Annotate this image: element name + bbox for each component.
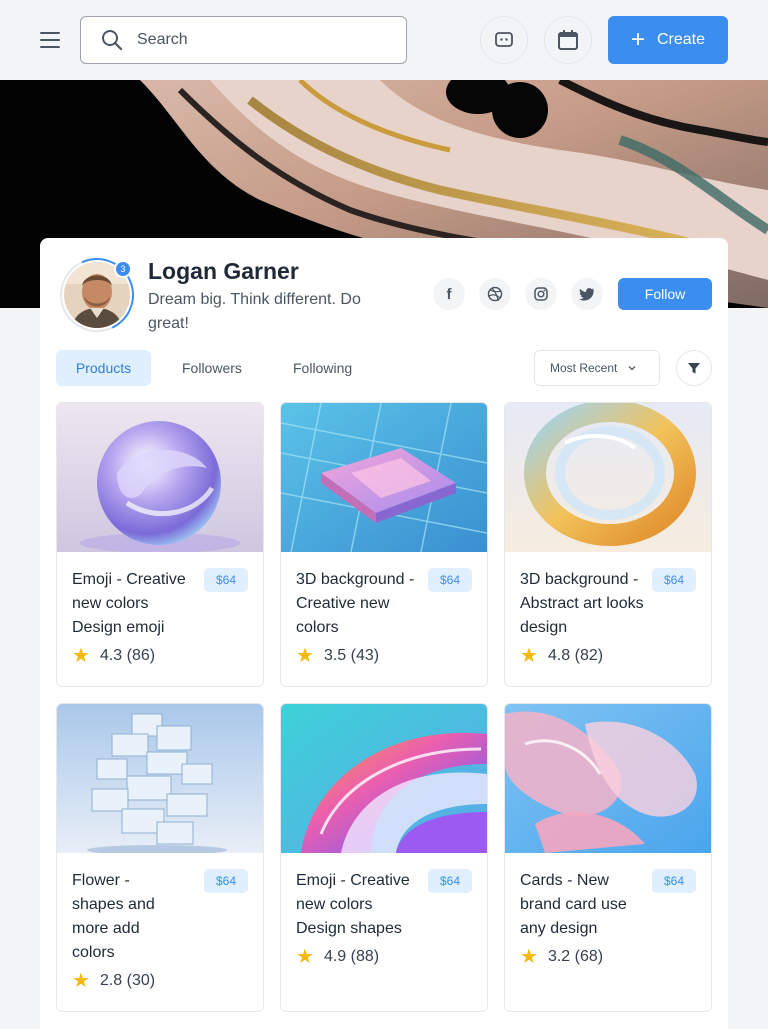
sort-label: Most Recent <box>550 361 618 375</box>
product-image <box>505 704 711 853</box>
follow-button[interactable]: Follow <box>618 278 712 310</box>
product-image <box>505 403 711 552</box>
top-bar: + Create <box>0 0 768 80</box>
product-rating: ★ 2.8 (30) <box>72 971 248 991</box>
product-image <box>281 403 487 552</box>
tab-products[interactable]: Products <box>56 350 151 386</box>
product-card[interactable]: Emoji - Creative new colors Design shape… <box>280 703 488 1012</box>
product-card[interactable]: 3D background - Abstract art looks desig… <box>504 402 712 687</box>
star-icon: ★ <box>72 645 90 667</box>
product-title: Emoji - Creative new colors Design shape… <box>296 872 410 937</box>
rating-value: 2.8 (30) <box>99 972 156 989</box>
product-rating: ★ 3.5 (43) <box>296 646 472 666</box>
twitter-button[interactable] <box>571 278 603 310</box>
rating-value: 3.5 (43) <box>323 647 380 664</box>
product-title: 3D background - Creative new colors <box>296 571 415 636</box>
calendar-icon <box>558 30 578 50</box>
filter-button[interactable] <box>676 350 712 386</box>
rating-value: 4.8 (82) <box>547 647 604 664</box>
chat-icon <box>495 32 513 47</box>
menu-icon[interactable] <box>40 28 64 52</box>
product-image <box>57 403 263 552</box>
profile-bio: Dream big. Think different. Do great! <box>148 291 361 332</box>
search-icon <box>102 30 123 51</box>
search-input[interactable] <box>137 31 377 49</box>
price-badge: $64 <box>427 568 472 592</box>
tab-followers[interactable]: Followers <box>166 350 258 386</box>
product-card[interactable]: 3D background - Creative new colors $64 … <box>280 402 488 687</box>
price-badge: $64 <box>651 568 696 592</box>
profile-name: Logan Garner <box>148 258 299 284</box>
star-icon: ★ <box>296 946 314 968</box>
filter-icon <box>688 363 700 374</box>
dribbble-icon <box>487 286 503 302</box>
dribbble-button[interactable] <box>479 278 511 310</box>
product-title: Flower - shapes and more add colors <box>72 872 155 961</box>
product-card[interactable]: Cards - New brand card use any design $6… <box>504 703 712 1012</box>
create-button[interactable]: + Create <box>608 16 728 64</box>
star-icon: ★ <box>520 645 538 667</box>
rating-value: 4.9 (88) <box>323 948 380 965</box>
sort-dropdown[interactable]: Most Recent <box>534 350 660 386</box>
star-icon: ★ <box>520 946 538 968</box>
price-badge: $64 <box>427 869 472 893</box>
product-image <box>57 704 263 853</box>
product-card[interactable]: Flower - shapes and more add colors $64 … <box>56 703 264 1012</box>
facebook-icon: f <box>446 285 452 303</box>
twitter-icon <box>579 288 595 301</box>
product-rating: ★ 3.2 (68) <box>520 947 696 967</box>
price-badge: $64 <box>203 568 248 592</box>
star-icon: ★ <box>72 970 90 992</box>
rating-value: 4.3 (86) <box>99 647 156 664</box>
product-rating: ★ 4.8 (82) <box>520 646 696 666</box>
instagram-button[interactable] <box>525 278 557 310</box>
price-badge: $64 <box>203 869 248 893</box>
product-rating: ★ 4.9 (88) <box>296 947 472 967</box>
avatar[interactable]: 3 <box>49 247 145 343</box>
profile-card: 3 Logan Garner Dream big. Think differen… <box>40 238 728 1029</box>
product-image <box>281 704 487 853</box>
product-title: 3D background - Abstract art looks desig… <box>520 571 644 636</box>
chevron-down-icon <box>628 366 636 371</box>
price-badge: $64 <box>651 869 696 893</box>
product-card[interactable]: Emoji - Creative new colors Design emoji… <box>56 402 264 687</box>
notification-badge: 3 <box>114 260 132 278</box>
facebook-button[interactable]: f <box>433 278 465 310</box>
tab-following[interactable]: Following <box>277 350 368 386</box>
messages-button[interactable] <box>480 16 528 64</box>
product-rating: ★ 4.3 (86) <box>72 646 248 666</box>
instagram-icon <box>534 287 548 301</box>
product-title: Cards - New brand card use any design <box>520 872 627 937</box>
create-label: Create <box>656 31 706 48</box>
star-icon: ★ <box>296 645 314 667</box>
search-box[interactable] <box>80 16 407 64</box>
calendar-button[interactable] <box>544 16 592 64</box>
product-title: Emoji - Creative new colors Design emoji <box>72 571 186 636</box>
rating-value: 3.2 (68) <box>547 948 604 965</box>
plus-icon: + <box>630 26 645 53</box>
